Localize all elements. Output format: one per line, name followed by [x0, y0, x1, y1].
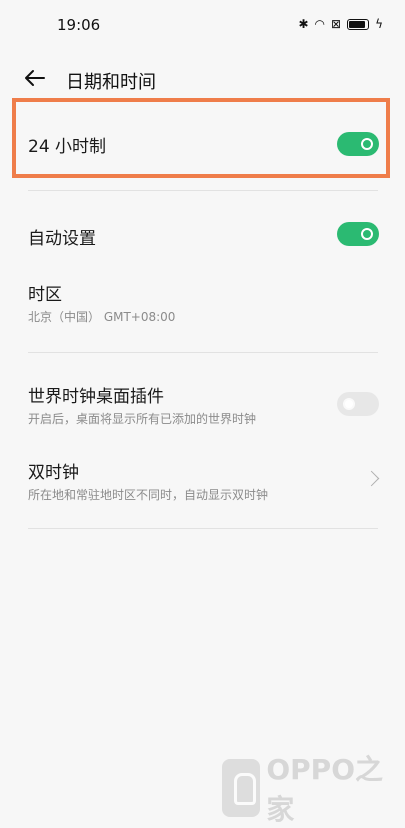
back-arrow-icon[interactable] — [22, 64, 50, 92]
setting-timezone-value: 北京（中国） GMT+08:00 — [28, 310, 176, 324]
divider — [28, 352, 378, 353]
toggle-auto-set[interactable] — [337, 222, 379, 246]
setting-auto-set-label: 自动设置 — [28, 229, 96, 249]
watermark: OPPO之家 — [222, 748, 405, 828]
charging-icon: ϟ — [375, 17, 383, 31]
status-bar: 19:06 ✱ ◠ ⊠ ϟ — [0, 0, 405, 50]
setting-timezone[interactable]: 时区 北京（中国） GMT+08:00 — [0, 272, 405, 332]
status-icons: ✱ ◠ ⊠ ϟ — [298, 16, 383, 32]
bluetooth-icon: ✱ — [298, 17, 309, 31]
setting-dual-clock[interactable]: 双时钟 所在地和常驻地时区不同时，自动显示双时钟 — [0, 448, 405, 512]
header: 日期和时间 — [0, 58, 405, 102]
setting-dual-clock-label: 双时钟 — [28, 463, 79, 483]
watermark-text: OPPO之家 — [266, 753, 383, 826]
setting-24-hour[interactable]: 24 小时制 — [0, 98, 405, 188]
chevron-right-icon — [363, 470, 380, 487]
toggle-knob — [361, 228, 373, 240]
toggle-knob — [361, 138, 373, 150]
wifi-icon: ◠ — [314, 17, 326, 31]
sim-blocked-icon: ⊠ — [331, 17, 342, 31]
watermark-logo-icon — [222, 759, 261, 817]
setting-world-clock-label: 世界时钟桌面插件 — [28, 387, 164, 407]
setting-world-clock-widget[interactable]: 世界时钟桌面插件 开启后，桌面将显示所有已添加的世界时钟 — [0, 372, 405, 432]
setting-timezone-label: 时区 — [28, 285, 62, 305]
page-title: 日期和时间 — [66, 72, 156, 93]
divider — [28, 190, 378, 191]
setting-dual-clock-desc: 所在地和常驻地时区不同时，自动显示双时钟 — [28, 488, 269, 502]
setting-24-hour-label: 24 小时制 — [28, 137, 107, 157]
toggle-knob — [343, 398, 355, 410]
status-time: 19:06 — [57, 16, 101, 34]
setting-auto-set[interactable]: 自动设置 — [0, 210, 405, 260]
toggle-world-clock-widget[interactable] — [337, 392, 379, 416]
divider — [28, 528, 378, 529]
toggle-24-hour[interactable] — [337, 132, 379, 156]
setting-world-clock-desc: 开启后，桌面将显示所有已添加的世界时钟 — [28, 412, 257, 426]
battery-icon — [347, 18, 370, 30]
